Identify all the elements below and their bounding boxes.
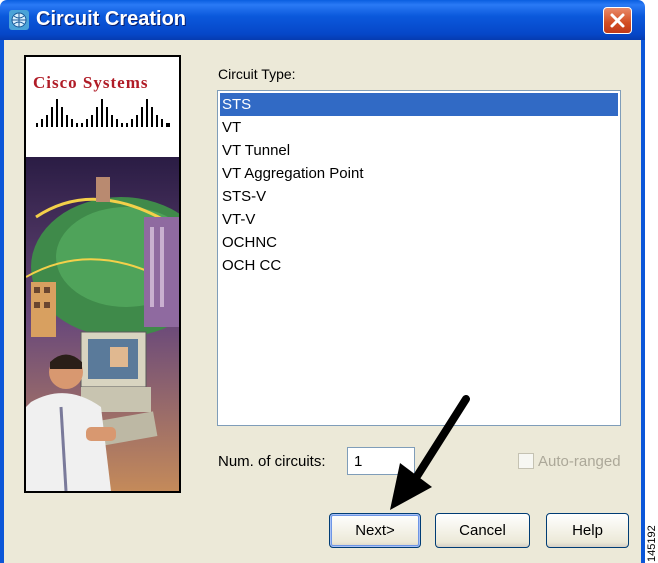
- list-item-sts-v[interactable]: STS-V: [220, 185, 618, 208]
- title-bar[interactable]: Circuit Creation: [0, 0, 645, 40]
- auto-ranged-checkbox[interactable]: [518, 453, 534, 469]
- list-item-vt-tunnel[interactable]: VT Tunnel: [220, 139, 618, 162]
- list-item-och-cc[interactable]: OCH CC: [220, 254, 618, 277]
- logo-text: Cisco Systems: [33, 73, 149, 92]
- circuit-type-list[interactable]: STS VT VT Tunnel VT Aggregation Point ST…: [217, 90, 621, 426]
- list-item-ochnc[interactable]: OCHNC: [220, 231, 618, 254]
- auto-ranged-label: Auto-ranged: [538, 453, 621, 470]
- annotation-arrow-icon: [390, 395, 470, 510]
- figure-number: 145192: [646, 525, 658, 562]
- close-icon: [610, 13, 625, 28]
- list-item-vt-aggregation-point[interactable]: VT Aggregation Point: [220, 162, 618, 185]
- app-icon: [9, 10, 29, 30]
- network-illustration: [26, 157, 179, 491]
- circuit-type-label: Circuit Type:: [218, 66, 296, 82]
- list-item-vt-v[interactable]: VT-V: [220, 208, 618, 231]
- figure-number-text: 145192: [646, 525, 658, 562]
- window-title: Circuit Creation: [36, 8, 187, 30]
- cisco-logo: Cisco Systems: [26, 57, 179, 157]
- list-item-vt[interactable]: VT: [220, 116, 618, 139]
- circuit-creation-dialog: Circuit Creation Cisco Systems Circuit T…: [0, 0, 658, 563]
- close-button[interactable]: [603, 7, 632, 34]
- wizard-side-image: Cisco Systems: [24, 55, 181, 493]
- help-button[interactable]: Help: [546, 513, 629, 548]
- logo-bars-icon: [36, 99, 170, 127]
- num-circuits-label: Num. of circuits:: [218, 453, 326, 470]
- list-item-sts[interactable]: STS: [220, 93, 618, 116]
